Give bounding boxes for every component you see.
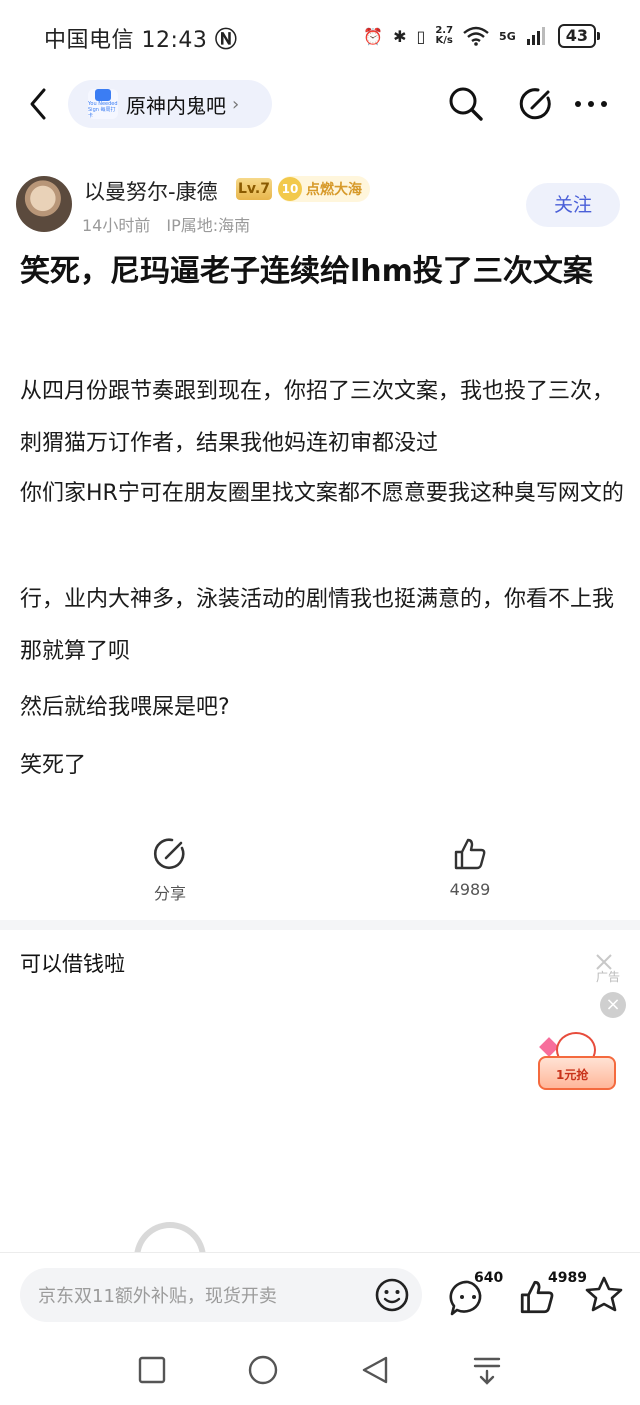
post-time: 14小时前 xyxy=(82,216,151,235)
vibrate-icon: ▯ xyxy=(416,26,426,46)
author-name[interactable]: 以曼努尔-康德 xyxy=(84,176,218,206)
emoji-icon[interactable] xyxy=(374,1277,410,1313)
avatar[interactable] xyxy=(16,176,72,232)
close-icon[interactable]: × xyxy=(600,992,626,1018)
follow-button[interactable]: 关注 xyxy=(526,183,620,227)
thumbs-up-logo-icon xyxy=(95,89,111,101)
signal-icon xyxy=(526,27,545,45)
system-nav-bar xyxy=(0,1342,640,1405)
menu-down-icon[interactable] xyxy=(472,1355,502,1385)
forum-logo-text: You Needed Sign 每周打卡 xyxy=(88,101,118,119)
star-icon[interactable] xyxy=(584,1275,624,1313)
medal-number: 10 xyxy=(278,177,302,201)
like-count: 4989 xyxy=(449,880,491,899)
triangle-icon[interactable] xyxy=(360,1355,390,1385)
ad-tag: 广告 xyxy=(596,970,621,984)
nfc-icon: Ⓝ xyxy=(214,28,238,53)
bottom-like-button[interactable]: 4989 xyxy=(518,1270,587,1320)
post-paragraph-5: 笑死了 xyxy=(20,753,87,778)
more-icon[interactable] xyxy=(574,94,608,114)
search-icon[interactable] xyxy=(446,84,486,124)
alarm-icon: ⏰ xyxy=(363,26,384,46)
level-badge: Lv.7 xyxy=(236,178,272,200)
status-bar: 中国电信 12:43 Ⓝ ⏰ ✱ ▯ 2.7 K/s 5G 43 xyxy=(0,0,640,72)
wifi-icon xyxy=(463,26,489,46)
promo-widget[interactable]: 1元抢 xyxy=(534,1030,616,1090)
promo-text: 1元抢 xyxy=(556,1068,589,1082)
post-paragraph-2: 你们家HR宁可在朋友圈里找文案都不愿意要我这种臭写网文的 xyxy=(20,481,624,506)
back-icon[interactable] xyxy=(24,86,54,122)
network-type: 5G xyxy=(499,29,516,43)
post-paragraph-4: 然后就给我喂屎是吧? xyxy=(20,695,230,720)
bluetooth-icon: ✱ xyxy=(393,26,407,46)
bottom-like-count: 4989 xyxy=(548,1270,587,1286)
medal-badge: 10 点燃大海 xyxy=(278,176,370,202)
edit-icon[interactable] xyxy=(518,86,554,122)
section-divider xyxy=(0,920,640,930)
comment-count: 640 xyxy=(474,1270,504,1286)
share-button[interactable]: 分享 xyxy=(130,836,210,904)
ip-location: IP属地:海南 xyxy=(166,216,251,235)
like-button[interactable]: 4989 xyxy=(430,836,510,899)
forum-logo: You Needed Sign 每周打卡 xyxy=(88,89,118,119)
ad-title[interactable]: 可以借钱啦 xyxy=(20,948,125,978)
medal-label: 点燃大海 xyxy=(306,182,362,198)
chevron-right-icon: › xyxy=(232,93,240,115)
status-carrier-time: 中国电信 12:43 Ⓝ xyxy=(44,22,237,54)
post-paragraph-1: 从四月份跟节奏跟到现在，你招了三次文案，我也投了三次，刺猬猫万订作者，结果我他妈… xyxy=(20,379,615,456)
battery-indicator: 43 xyxy=(557,24,601,48)
net-speed: 2.7 K/s xyxy=(435,26,453,46)
clock: 12:43 xyxy=(141,28,208,53)
forum-name: 原神内鬼吧 xyxy=(126,93,226,118)
thumbs-up-icon xyxy=(454,838,486,870)
post-paragraph-3: 行，业内大神多，泳装活动的剧情我也挺满意的，你看不上我那就算了呗 xyxy=(20,587,615,664)
circle-icon[interactable] xyxy=(248,1355,278,1385)
comment-input[interactable]: 京东双11额外补贴，现货开卖 xyxy=(20,1268,422,1322)
share-icon xyxy=(153,838,185,870)
carrier-label: 中国电信 xyxy=(44,28,135,53)
post-meta: 14小时前 IP属地:海南 xyxy=(82,212,250,236)
net-speed-unit: K/s xyxy=(435,35,453,46)
status-icons: ⏰ ✱ ▯ 2.7 K/s 5G 43 xyxy=(363,24,601,48)
square-icon[interactable] xyxy=(138,1356,166,1384)
forum-entry[interactable]: You Needed Sign 每周打卡 原神内鬼吧 › xyxy=(68,80,272,128)
post-title: 笑死，尼玛逼老子连续给lhm投了三次文案 xyxy=(20,254,593,289)
comment-placeholder: 京东双11额外补贴，现货开卖 xyxy=(38,1286,277,1307)
share-label: 分享 xyxy=(153,884,186,903)
comment-button[interactable]: 640 xyxy=(448,1270,504,1320)
